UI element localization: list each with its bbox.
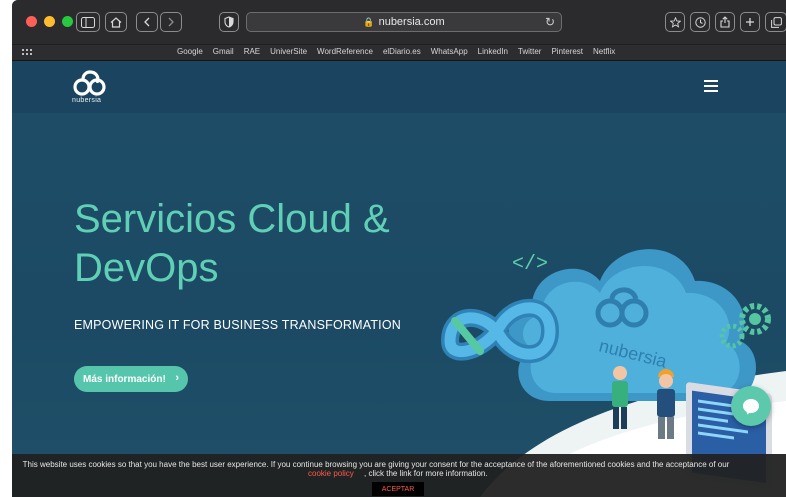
chevron-right-icon: ›	[175, 372, 179, 384]
new-tab-button[interactable]	[740, 12, 760, 32]
code-brackets-icon: </>	[512, 253, 548, 276]
star-icon	[669, 16, 681, 28]
minimize-window-button[interactable]	[44, 16, 55, 27]
web-page: nubersia Servicios Cloud & DevOps EMPOWE…	[12, 61, 786, 497]
sidebar-icon	[81, 16, 95, 28]
bookmark-button[interactable]	[665, 12, 685, 32]
forward-button[interactable]	[160, 12, 182, 32]
accept-cookies-button[interactable]: ACEPTAR	[372, 482, 424, 496]
address-bar[interactable]: 🔒 nubersia.com ↻	[246, 12, 562, 32]
favorite-link-twitter[interactable]: Twitter	[518, 47, 542, 56]
favorite-link-pinterest[interactable]: Pinterest	[551, 47, 583, 56]
site-header: nubersia	[12, 61, 786, 113]
back-button[interactable]	[136, 12, 158, 32]
desktop-edge	[0, 0, 12, 497]
reload-icon[interactable]: ↻	[545, 15, 555, 29]
zoom-window-button[interactable]	[62, 16, 73, 27]
cloud-devops-illustration: nubersia </>	[440, 249, 786, 497]
hero-subtitle: EMPOWERING IT FOR BUSINESS TRANSFORMATIO…	[74, 318, 401, 332]
favorites-links: Google Gmail RAE UniverSite WordReferenc…	[177, 47, 615, 56]
share-button[interactable]	[715, 12, 735, 32]
chevron-right-icon	[168, 17, 174, 27]
hamburger-icon[interactable]	[704, 80, 718, 92]
tab-overview-button[interactable]	[765, 12, 786, 32]
chevron-left-icon	[144, 17, 150, 27]
privacy-report-button[interactable]	[219, 12, 239, 32]
browser-titlebar: 🔒 nubersia.com ↻	[12, 0, 786, 44]
grid-icon[interactable]	[22, 49, 33, 57]
favorite-link-linkedin[interactable]: LinkedIn	[478, 47, 508, 56]
sidebar-toggle-button[interactable]	[76, 12, 100, 32]
browser-window: 🔒 nubersia.com ↻ Google Gmail RAE Univer…	[12, 0, 786, 497]
more-info-button[interactable]: Más información! ›	[74, 366, 188, 392]
favorite-link-universite[interactable]: UniverSite	[270, 47, 307, 56]
cookie-banner: This website uses cookies so that you ha…	[12, 454, 786, 497]
home-button[interactable]	[105, 12, 127, 32]
share-icon	[720, 16, 730, 28]
favorite-link-rae[interactable]: RAE	[244, 47, 260, 56]
favorite-link-gmail[interactable]: Gmail	[213, 47, 234, 56]
clock-icon	[694, 16, 706, 28]
favorites-bar: Google Gmail RAE UniverSite WordReferenc…	[12, 44, 786, 61]
chat-button[interactable]	[731, 386, 771, 426]
history-button[interactable]	[690, 12, 710, 32]
address-url: nubersia.com	[378, 16, 445, 28]
logo-wordmark: nubersia	[72, 97, 102, 104]
favorite-link-eldiario[interactable]: elDiario.es	[383, 47, 421, 56]
close-window-button[interactable]	[26, 16, 37, 27]
chat-bubble-icon	[743, 399, 759, 413]
cookie-message-suffix: , click the link for more information.	[364, 469, 488, 478]
favorite-link-google[interactable]: Google	[177, 47, 203, 56]
favorite-link-whatsapp[interactable]: WhatsApp	[431, 47, 468, 56]
favorite-link-wordreference[interactable]: WordReference	[317, 47, 373, 56]
cookie-policy-link[interactable]: cookie policy	[308, 469, 354, 478]
tabs-icon	[770, 16, 782, 28]
plus-icon	[746, 18, 754, 26]
lock-icon: 🔒	[363, 16, 375, 27]
favorite-link-netflix[interactable]: Netflix	[593, 47, 615, 56]
hero-title: Servicios Cloud & DevOps	[74, 197, 390, 290]
home-icon	[110, 16, 122, 28]
shield-icon	[224, 16, 234, 28]
cookie-message: This website uses cookies so that you ha…	[22, 460, 730, 469]
more-info-label: Más información!	[83, 373, 166, 385]
